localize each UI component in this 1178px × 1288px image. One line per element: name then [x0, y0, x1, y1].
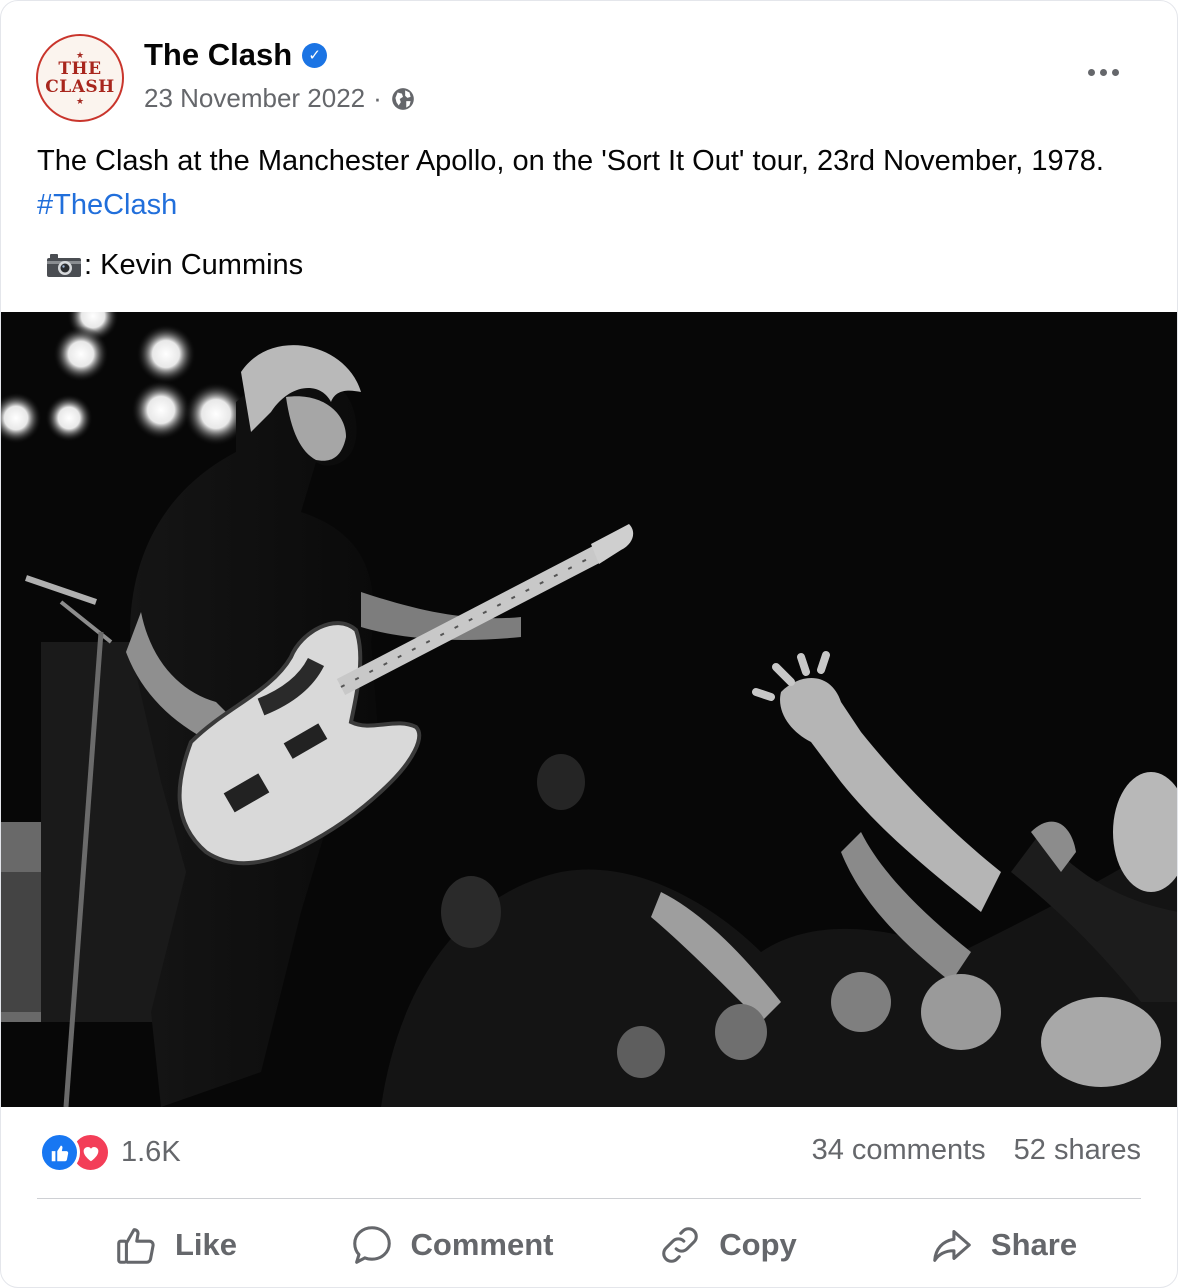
engagement-stats: 34 comments 52 shares — [812, 1134, 1141, 1167]
more-dot-icon — [1111, 68, 1119, 76]
hashtag-link[interactable]: #TheClash — [37, 189, 177, 221]
comment-bubble-icon — [352, 1226, 391, 1264]
copy-button[interactable]: Copy — [589, 1211, 865, 1279]
stats-divider — [37, 1198, 1141, 1199]
photo-credit: : Kevin Cummins — [46, 245, 303, 285]
camera-icon — [47, 254, 81, 277]
concert-photo-illustration — [1, 312, 1177, 1107]
meta-separator: · — [373, 83, 382, 113]
post-card: ★ THE CLASH ★ The Clash ✓ 23 November 20… — [0, 0, 1178, 1288]
avatar-logo-line-1: THE — [58, 59, 102, 79]
share-arrow-icon — [933, 1230, 971, 1262]
page-avatar[interactable]: ★ THE CLASH ★ — [36, 34, 124, 122]
more-dot-icon — [1099, 68, 1107, 76]
photo-credit-text: : Kevin Cummins — [84, 249, 304, 281]
like-label: Like — [174, 1227, 238, 1262]
link-icon — [662, 1227, 699, 1263]
comment-label: Comment — [410, 1227, 554, 1262]
page-name-row: The Clash ✓ — [144, 37, 328, 73]
post-photo[interactable] — [1, 312, 1177, 1107]
share-label: Share — [990, 1227, 1078, 1262]
like-reaction-icon — [39, 1132, 80, 1173]
post-meta: 23 November 2022 · — [144, 83, 416, 114]
avatar-star-icon: ★ — [75, 96, 85, 106]
copy-label: Copy — [719, 1227, 797, 1262]
share-button[interactable]: Share — [865, 1211, 1141, 1279]
post-date[interactable]: 23 November 2022 — [144, 83, 365, 114]
comment-button[interactable]: Comment — [313, 1211, 589, 1279]
thumbs-up-icon — [117, 1228, 155, 1264]
reaction-count: 1.6K — [121, 1136, 181, 1168]
comments-count-link[interactable]: 34 comments — [812, 1134, 986, 1167]
avatar-logo-line-2: CLASH — [45, 77, 115, 97]
shares-count-link[interactable]: 52 shares — [1014, 1134, 1141, 1167]
page-name[interactable]: The Clash — [144, 37, 292, 73]
more-dot-icon — [1087, 68, 1095, 76]
reaction-summary[interactable]: 1.6K — [39, 1132, 181, 1173]
post-text: The Clash at the Manchester Apollo, on t… — [37, 139, 1137, 227]
globe-icon[interactable] — [390, 86, 416, 112]
action-bar: Like Comment Copy Share — [37, 1211, 1141, 1279]
post-caption: The Clash at the Manchester Apollo, on t… — [37, 145, 1104, 177]
verified-badge-icon: ✓ — [302, 42, 328, 68]
like-button[interactable]: Like — [37, 1211, 313, 1279]
more-options-button[interactable] — [1079, 57, 1127, 87]
